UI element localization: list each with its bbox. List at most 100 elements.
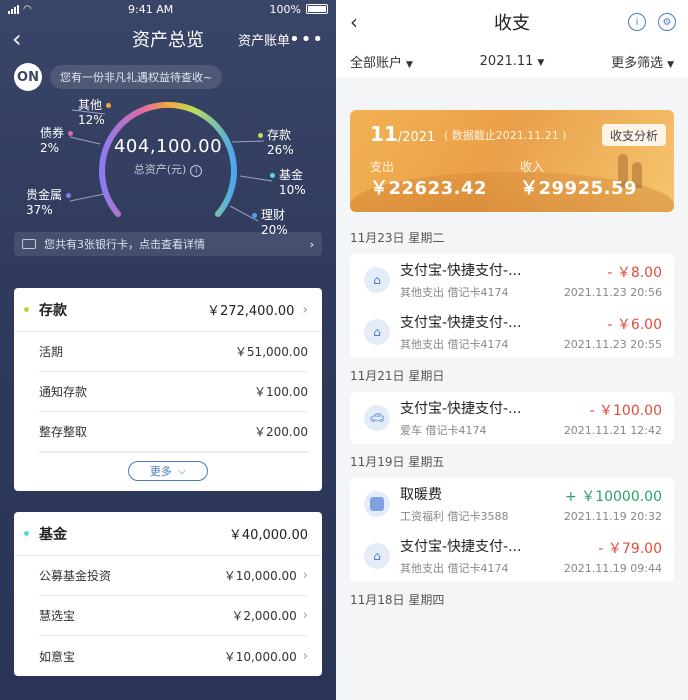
asset-overview-screen: ◠ 9:41 AM 100% ‹ 资产总览 资产账单 ••• ON 您有一份非凡… (0, 0, 336, 700)
row-label: 如意宝 (39, 649, 76, 664)
more-filter[interactable]: 更多筛选 ▼ (611, 52, 674, 71)
txn-detail: 其他支出 借记卡4174 (400, 286, 509, 299)
label-pct: 2% (40, 141, 60, 155)
chevron-right-icon: › (302, 301, 308, 318)
row-label: 慧选宝 (39, 609, 76, 623)
more-label: 更多 (149, 465, 172, 478)
total-assets-value: 404,100.00 (113, 136, 223, 157)
expense-label: 支出 (370, 160, 395, 174)
txn-name: 取暖费 (400, 487, 442, 503)
label-pct: 12% (78, 113, 105, 127)
fund-row[interactable]: 如意宝 ￥10,000.00 › (39, 636, 308, 676)
asset-gauge: 其他 12% 债券 2% 贵金属 37% 存款 26% 基金 10% 理财 20… (0, 94, 336, 237)
txn-amount: - ￥6.00 (607, 316, 662, 333)
gauge-label-wealth: 理财 20% (252, 208, 288, 238)
transaction-row[interactable]: 取暖费 工资福利 借记卡3588 + ￥10000.00 2021.11.19 20… (350, 478, 674, 530)
txn-detail: 爱车 借记卡4174 (400, 424, 487, 437)
dot-icon (106, 103, 112, 108)
battery-icon (306, 4, 328, 14)
back-icon[interactable]: ‹ (350, 10, 358, 34)
income-expense-screen: ‹ 收支 i ⚙ 全部账户 ▼ 2021.11 ▼ 更多筛选 ▼ 11/2021 ( … (336, 0, 688, 700)
gauge-label-metal: 贵金属 37% (26, 188, 75, 218)
label-name: 贵金属 (26, 188, 63, 202)
back-icon[interactable]: ‹ (12, 25, 42, 53)
transaction-row[interactable]: ⌂ 支付宝-快捷支付-... 其他支出 借记卡4174 - ￥8.00 2021.1… (350, 254, 674, 306)
transaction-row[interactable]: ⌂ 支付宝-快捷支付-... 其他支出 借记卡4174 - ￥6.00 2021.1… (350, 306, 674, 358)
row-amount: ￥100.00 (254, 385, 308, 399)
chevron-right-icon: › (302, 648, 308, 664)
bank-cards-text: 您共有3张银行卡，点击查看详情 (44, 238, 205, 251)
txn-name: 支付宝-快捷支付-... (400, 315, 522, 331)
row-label: 通知存款 (39, 385, 88, 399)
date-header: 11月21日 星期日 (350, 368, 445, 383)
label-name: 基金 (279, 168, 304, 182)
txn-name: 支付宝-快捷支付-... (400, 263, 522, 279)
txn-name: 支付宝-快捷支付-... (400, 539, 522, 555)
info-icon[interactable]: i (628, 13, 646, 31)
txn-detail: 其他支出 借记卡4174 (400, 338, 509, 351)
more-button[interactable]: 更多 ⌵ (128, 461, 208, 481)
dot-icon (270, 173, 275, 178)
promo-text[interactable]: 您有一份非凡礼遇权益待查收~ (50, 65, 223, 89)
transaction-row[interactable]: 🚗︎ 支付宝-快捷支付-... 爱车 借记卡4174 - ￥100.00 2021.… (350, 392, 674, 444)
txn-amount: + ￥10000.00 (565, 488, 662, 505)
fund-row[interactable]: 慧选宝 ￥2,000.00 › (39, 596, 308, 636)
home-icon: ⌂ (364, 543, 390, 569)
label-pct: 26% (267, 143, 294, 157)
gauge-label-bond: 债券 2% (40, 126, 77, 156)
income-label: 收入 (520, 160, 545, 174)
txn-time: 2021.11.23 20:55 (563, 337, 662, 351)
dot-icon (258, 133, 263, 138)
row-amount: ￥2,000.00 (231, 609, 297, 623)
label-name: 存款 (267, 128, 292, 142)
month-year: /2021 (397, 130, 436, 145)
deposit-row[interactable]: 活期 ￥51,000.00 (39, 332, 308, 372)
battery-percent: 100% (269, 2, 301, 16)
deposit-row[interactable]: 通知存款 ￥100.00 (39, 372, 308, 412)
deposit-row[interactable]: 整存整取 ￥200.00 (39, 412, 308, 452)
chevron-right-icon: › (302, 568, 308, 583)
txn-time: 2021.11.19 09:44 (563, 561, 662, 575)
data-cutoff-note: ( 数据截止2021.11.21 ) (444, 129, 567, 142)
row-amount: ￥10,000.00 (223, 649, 297, 664)
month-number: 11 (370, 122, 398, 146)
info-icon[interactable]: i (190, 165, 203, 177)
deposit-title: 存款 (39, 302, 67, 319)
expense-value: ￥22623.42 (370, 178, 488, 199)
asset-statement-link[interactable]: 资产账单 (238, 30, 290, 49)
transaction-row[interactable]: ⌂ 支付宝-快捷支付-... 其他支出 借记卡4174 - ￥79.00 2021.… (350, 530, 674, 582)
dot-icon (68, 131, 74, 136)
more-menu-icon[interactable]: ••• (289, 29, 324, 50)
dot-icon (66, 193, 72, 198)
settings-icon[interactable]: ⚙ (658, 13, 676, 31)
promo-banner[interactable]: ON 您有一份非凡礼遇权益待查收~ (0, 60, 336, 94)
filter-label: 2021.11 (479, 53, 534, 69)
fund-header[interactable]: 基金 ￥40,000.00 (14, 512, 322, 556)
row-label: 整存整取 (39, 425, 88, 439)
wifi-icon: ◠ (23, 3, 32, 15)
deposit-panel: 存款 ￥272,400.00 › 活期 ￥51,000.00 通知存款 ￥100… (14, 288, 322, 491)
row-label: 公募基金投资 (39, 569, 112, 583)
label-name: 理财 (261, 208, 286, 222)
deposit-header[interactable]: 存款 ￥272,400.00 › (14, 288, 322, 332)
filter-label: 全部账户 (350, 55, 403, 71)
label-pct: 10% (279, 183, 306, 197)
signal-wifi: ◠ (8, 4, 32, 15)
left-nav-bar: ‹ 资产总览 资产账单 ••• (0, 18, 336, 60)
car-icon: 🚗︎ (364, 405, 390, 431)
fund-amount: ￥40,000.00 (228, 528, 308, 543)
chevron-right-icon: › (302, 608, 308, 623)
signal-icon (8, 4, 19, 14)
label-name: 债券 (40, 126, 65, 140)
bank-card-icon (22, 239, 36, 249)
row-amount: ￥10,000.00 (223, 569, 297, 583)
total-assets-label: 总资产(元) (133, 163, 187, 176)
fund-row[interactable]: 公募基金投资 ￥10,000.00 › (39, 556, 308, 596)
transaction-group: 🚗︎ 支付宝-快捷支付-... 爱车 借记卡4174 - ￥100.00 2021.… (350, 392, 674, 444)
month-filter[interactable]: 2021.11 ▼ (480, 54, 545, 69)
row-amount: ￥51,000.00 (234, 345, 308, 359)
summary-month: 11/2021 (370, 122, 435, 146)
gauge-center: 404,100.00 总资产(元) i (102, 136, 234, 177)
account-filter[interactable]: 全部账户 ▼ (350, 52, 413, 71)
analysis-button[interactable]: 收支分析 (601, 124, 666, 146)
